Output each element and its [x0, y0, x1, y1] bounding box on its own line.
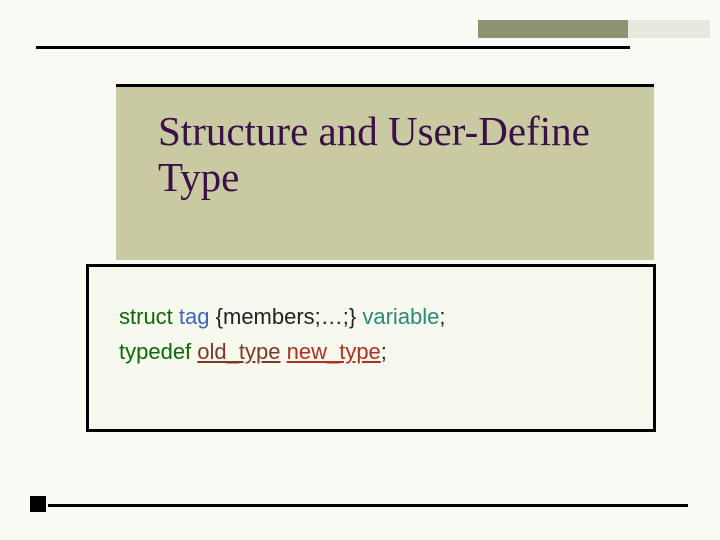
keyword-variable: variable: [362, 304, 439, 329]
slide-title: Structure and User-Define Type: [158, 109, 636, 201]
syntax-line-struct: struct tag {members;…;} variable;: [119, 299, 633, 334]
keyword-newtype: new_type: [287, 339, 381, 364]
keyword-oldtype: old_type: [197, 339, 280, 364]
keyword-typedef: typedef: [119, 339, 191, 364]
body-panel: struct tag {members;…;} variable; typede…: [86, 264, 656, 432]
keyword-struct: struct: [119, 304, 173, 329]
keyword-tag: tag: [179, 304, 210, 329]
title-panel: Structure and User-Define Type: [116, 84, 654, 260]
semicolon: ;: [381, 339, 387, 364]
header-accent-dark: [478, 20, 628, 38]
footer-rule: [48, 504, 688, 507]
syntax-line-typedef: typedef old_type new_type;: [119, 334, 633, 369]
header-rule: [36, 46, 630, 49]
members-braces: {members;…;}: [216, 304, 357, 329]
semicolon: ;: [439, 304, 445, 329]
header-accent-light: [628, 20, 710, 38]
footer-square: [30, 496, 46, 512]
